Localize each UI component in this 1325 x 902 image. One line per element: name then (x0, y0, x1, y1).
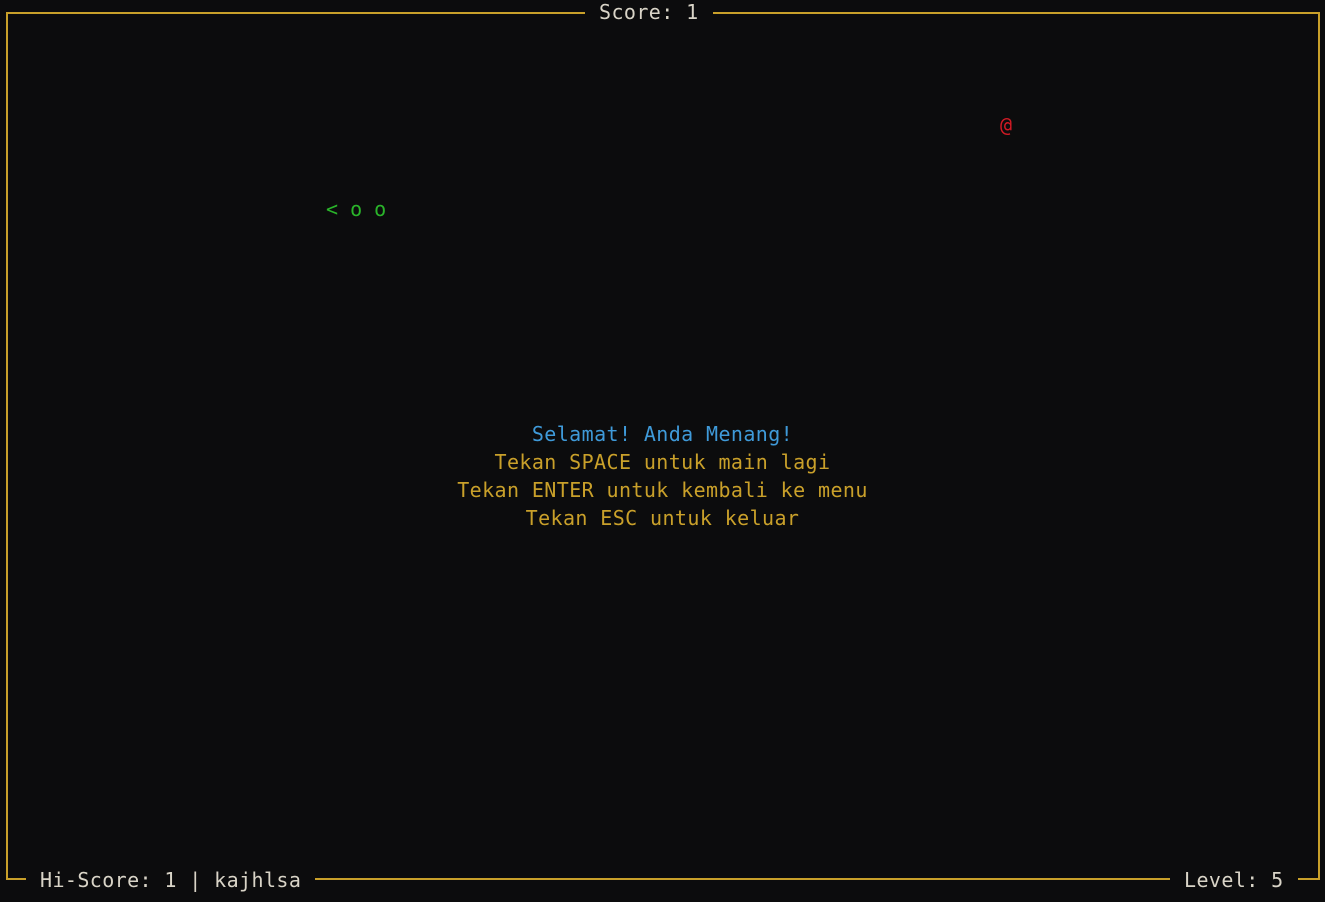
snake: < o o (326, 197, 387, 221)
enter-hint: Tekan ENTER untuk kembali ke menu (457, 478, 868, 502)
space-hint: Tekan SPACE untuk main lagi (494, 450, 831, 474)
win-message: Selamat! Anda Menang! (531, 422, 794, 446)
esc-hint: Tekan ESC untuk keluar (525, 506, 800, 530)
level-display: Level: 5 (1170, 868, 1298, 892)
food-item: @ (1000, 113, 1013, 137)
score-display: Score: 1 (585, 0, 713, 24)
hiscore-display: Hi-Score: 1 | kajhlsa (26, 868, 316, 892)
terminal-window: Score: 1 Hi-Score: 1 | kajhlsa Level: 5 … (0, 0, 1325, 902)
game-over-message: Selamat! Anda Menang! Tekan SPACE untuk … (0, 420, 1325, 532)
